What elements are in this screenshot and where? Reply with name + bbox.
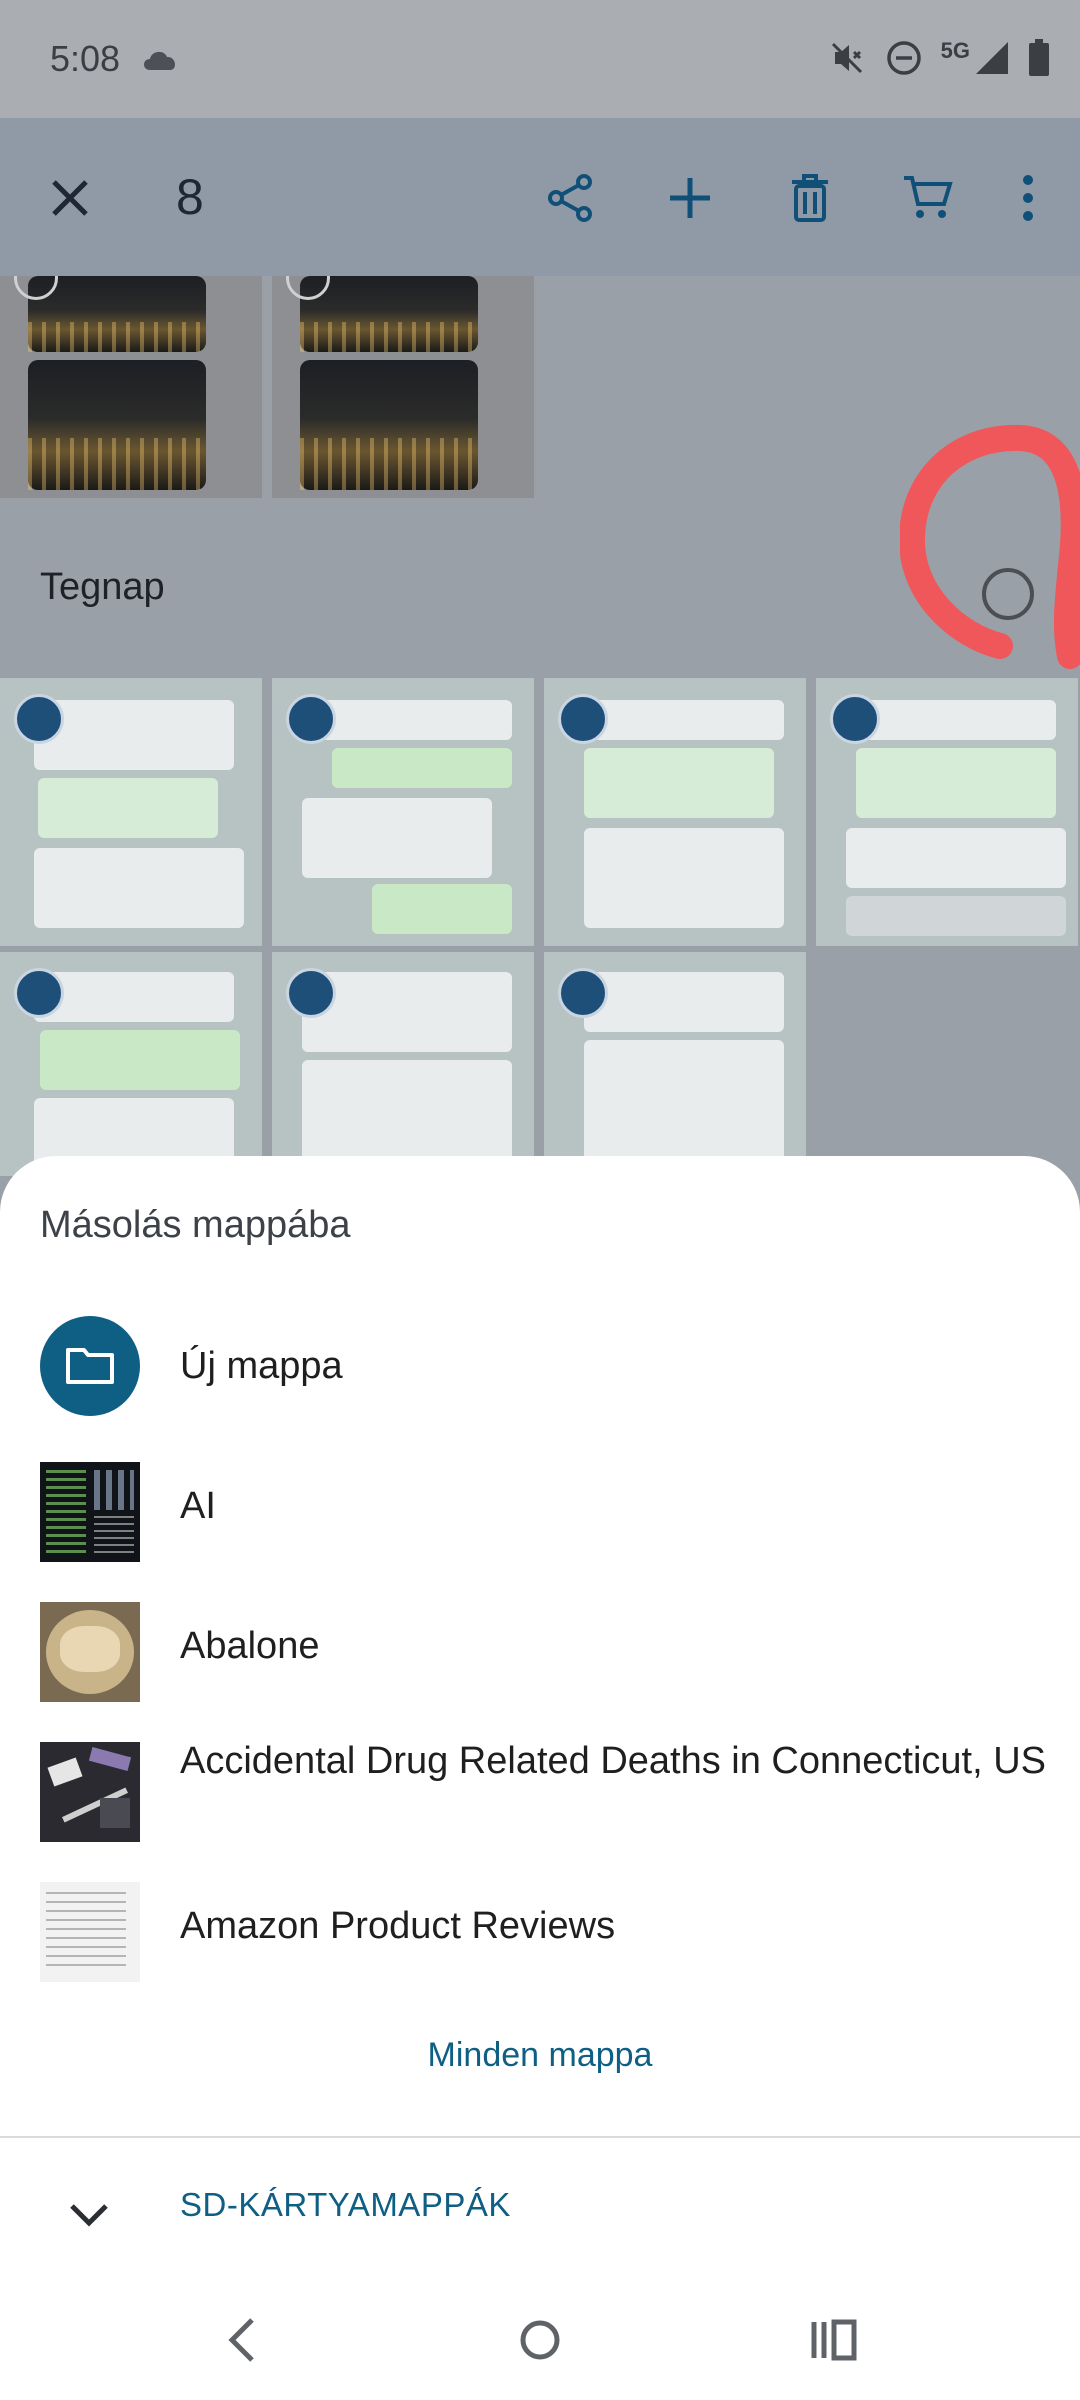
chevron-down-icon[interactable] [64, 2196, 114, 2236]
photo-thumbnail[interactable] [0, 276, 262, 498]
copy-to-folder-sheet: Másolás mappába Új mappa AI Abalone Acci… [0, 1156, 1080, 2400]
folder-thumbnail [40, 1462, 140, 1562]
folder-thumbnail [40, 1882, 140, 1982]
back-icon[interactable] [214, 2310, 274, 2370]
status-time: 5:08 [50, 38, 121, 79]
close-icon[interactable] [42, 170, 98, 226]
photo-thumbnail[interactable] [272, 276, 534, 498]
selected-check-icon [286, 968, 336, 1018]
battery-icon [1029, 39, 1049, 76]
more-options-icon[interactable] [1002, 170, 1058, 226]
cloud-icon [144, 51, 176, 70]
sd-card-folders-toggle[interactable]: SD-KÁRTYAMAPPÁK [180, 2186, 511, 2224]
home-icon[interactable] [510, 2310, 570, 2370]
section-date-title: Tegnap [40, 566, 165, 608]
folder-item-abalone[interactable]: Abalone [0, 1596, 1080, 1706]
sheet-title: Másolás mappába [40, 1204, 351, 1246]
network-type: 5G [940, 38, 970, 63]
photo-thumbnail[interactable] [272, 678, 534, 946]
selected-count: 8 [176, 169, 204, 225]
status-bar: 5:08 5G [0, 0, 1080, 118]
selected-check-icon [14, 968, 64, 1018]
system-navigation-bar [0, 2290, 1080, 2400]
selected-check-icon [14, 694, 64, 744]
selected-check-icon [558, 694, 608, 744]
divider [0, 2136, 1080, 2138]
recent-apps-icon[interactable] [804, 2310, 864, 2370]
folder-item-new[interactable]: Új mappa [0, 1316, 1080, 1426]
folder-name: Új mappa [180, 1345, 343, 1387]
photo-thumbnail[interactable] [816, 678, 1078, 946]
folder-name: Abalone [180, 1625, 320, 1667]
share-icon[interactable] [542, 170, 598, 226]
folder-icon [66, 1348, 114, 1384]
photo-thumbnail[interactable] [0, 952, 262, 1176]
photo-thumbnail[interactable] [544, 952, 806, 1176]
delete-icon[interactable] [782, 170, 838, 226]
selected-check-icon [830, 694, 880, 744]
red-scribble-annotation [900, 424, 1080, 669]
photo-thumbnail[interactable] [272, 952, 534, 1176]
signal-icon [976, 42, 1008, 74]
cart-icon[interactable] [900, 170, 956, 226]
add-icon[interactable] [662, 170, 718, 226]
folder-thumbnail [40, 1602, 140, 1702]
vibrate-off-icon [831, 42, 862, 74]
all-folders-link[interactable]: Minden mappa [0, 2036, 1080, 2075]
folder-name: Accidental Drug Related Deaths in Connec… [180, 1740, 1047, 1782]
folder-item-ai[interactable]: AI [0, 1456, 1080, 1566]
selection-toolbar: 8 [0, 118, 1080, 276]
folder-name: AI [180, 1485, 216, 1527]
folder-thumbnail [40, 1742, 140, 1842]
do-not-disturb-icon [886, 41, 921, 75]
selected-check-icon [286, 694, 336, 744]
selected-check-icon [558, 968, 608, 1018]
folder-name: Amazon Product Reviews [180, 1905, 616, 1947]
photo-thumbnail[interactable] [0, 678, 262, 946]
photo-thumbnail[interactable] [544, 678, 806, 946]
folder-item-amazon-product-reviews[interactable]: Amazon Product Reviews [0, 1876, 1080, 1986]
new-folder-icon-badge [40, 1316, 140, 1416]
folder-item-accidental-drug-deaths[interactable]: Accidental Drug Related Deaths in Connec… [0, 1736, 1080, 1866]
photo-gallery: Tegnap [0, 276, 1080, 1176]
